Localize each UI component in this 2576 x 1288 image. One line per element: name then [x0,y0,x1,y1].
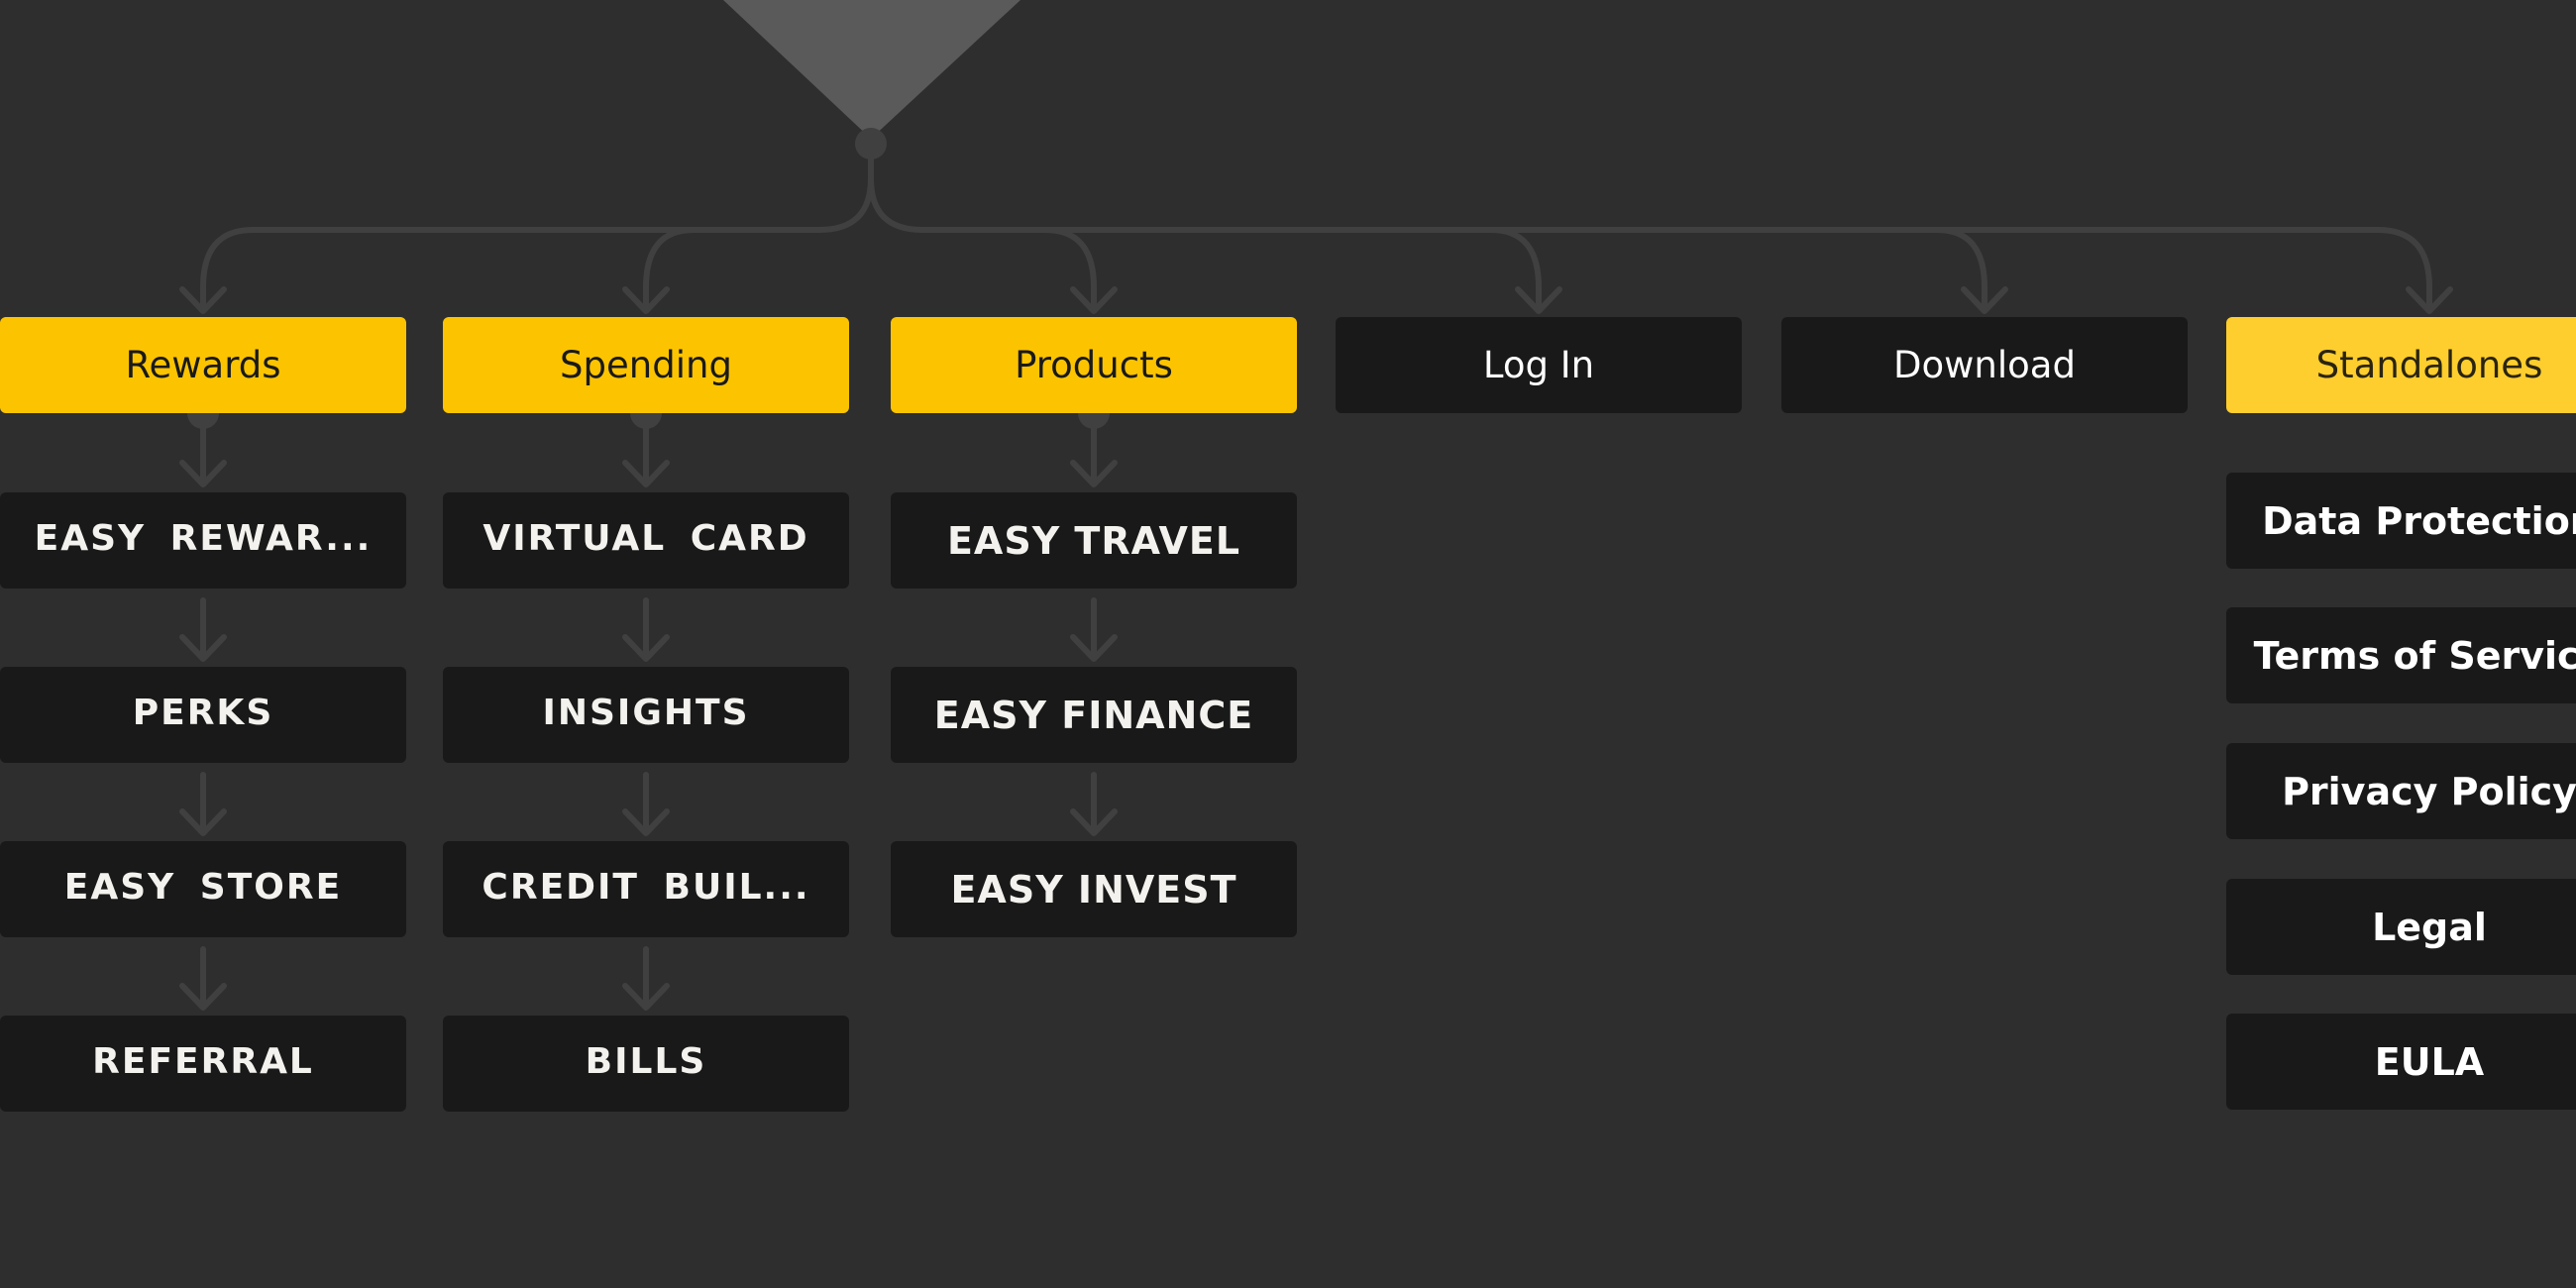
node-perks-label: PERKS [132,693,274,733]
node-rewards-label: Rewards [125,344,281,386]
node-data-protection-label: Data Protection [2262,498,2576,543]
node-insights-label: INSIGHTS [542,693,750,733]
node-log-in-label: Log In [1482,344,1595,386]
chain-arrow-icon [622,983,670,1011]
node-eula[interactable]: EULA [2226,1014,2576,1110]
node-easy-store-label: EASY STORE [63,867,343,908]
root-hub-dot [855,128,887,160]
node-legal-label: Legal [2372,905,2487,949]
arrow-download-icon [1961,286,2008,314]
drop-login-connector [1488,227,1542,312]
node-credit-builder[interactable]: CREDIT BUIL... [443,841,849,937]
node-easy-store[interactable]: EASY STORE [0,841,406,937]
node-standalones-label: Standalones [2315,344,2543,386]
node-privacy-policy-label: Privacy Policy [2282,769,2576,813]
chain-arrow-icon [179,983,227,1011]
node-virtual-card-label: VIRTUAL CARD [483,518,809,559]
chain-arrow-icon [1070,460,1118,487]
drop-standalones-connector [2375,227,2432,312]
arrow-spending-icon [622,286,670,314]
node-easy-travel-label: EASY TRAVEL [946,518,1241,563]
node-easy-rewards-label: EASY REWAR... [34,518,373,559]
chain-arrow-icon [179,460,227,487]
node-virtual-card[interactable]: VIRTUAL CARD [443,492,849,589]
chain-arrow-icon [622,808,670,836]
node-terms-of-service-label: Terms of Service [2253,633,2576,678]
root-stem-connector [816,156,925,233]
node-insights[interactable]: INSIGHTS [443,667,849,763]
node-spending-label: Spending [560,344,732,386]
arrow-rewards-icon [179,286,227,314]
chain-arrow-icon [1070,808,1118,836]
node-referral-label: REFERRAL [92,1041,314,1082]
node-credit-builder-label: CREDIT BUIL... [482,867,810,908]
node-terms-of-service[interactable]: Terms of Service [2226,607,2576,703]
node-rewards[interactable]: Rewards [0,317,406,413]
root-node-shape [723,0,1020,139]
node-privacy-policy[interactable]: Privacy Policy [2226,743,2576,839]
node-data-protection[interactable]: Data Protection [2226,473,2576,569]
sitemap-canvas: Rewards Spending Products Log In Downloa… [0,0,2576,1288]
node-download[interactable]: Download [1781,317,2188,413]
node-products[interactable]: Products [891,317,1297,413]
node-easy-finance-label: EASY FINANCE [933,693,1254,737]
chain-arrow-icon [179,634,227,662]
arrow-standalones-icon [2406,286,2453,314]
node-referral[interactable]: REFERRAL [0,1016,406,1112]
node-log-in[interactable]: Log In [1336,317,1742,413]
node-bills[interactable]: BILLS [443,1016,849,1112]
chain-arrow-icon [1070,634,1118,662]
drop-download-connector [1934,227,1987,312]
node-perks[interactable]: PERKS [0,667,406,763]
chain-arrow-icon [622,634,670,662]
node-products-label: Products [1015,344,1173,386]
node-easy-finance[interactable]: EASY FINANCE [891,667,1297,763]
node-download-label: Download [1893,344,2076,386]
arrow-products-icon [1070,286,1118,314]
node-bills-label: BILLS [585,1041,707,1082]
drop-products-connector [1042,227,1097,312]
node-legal[interactable]: Legal [2226,879,2576,975]
node-easy-rewards[interactable]: EASY REWAR... [0,492,406,589]
node-standalones[interactable]: Standalones [2226,317,2576,413]
drop-rewards-connector [200,227,256,312]
drop-spending-connector [643,227,697,312]
node-easy-travel[interactable]: EASY TRAVEL [891,492,1297,589]
chain-arrow-icon [622,460,670,487]
node-spending[interactable]: Spending [443,317,849,413]
node-eula-label: EULA [2374,1039,2485,1084]
node-easy-invest[interactable]: EASY INVEST [891,841,1297,937]
arrow-login-icon [1515,286,1562,314]
node-easy-invest-label: EASY INVEST [950,867,1237,912]
chain-arrow-icon [179,808,227,836]
